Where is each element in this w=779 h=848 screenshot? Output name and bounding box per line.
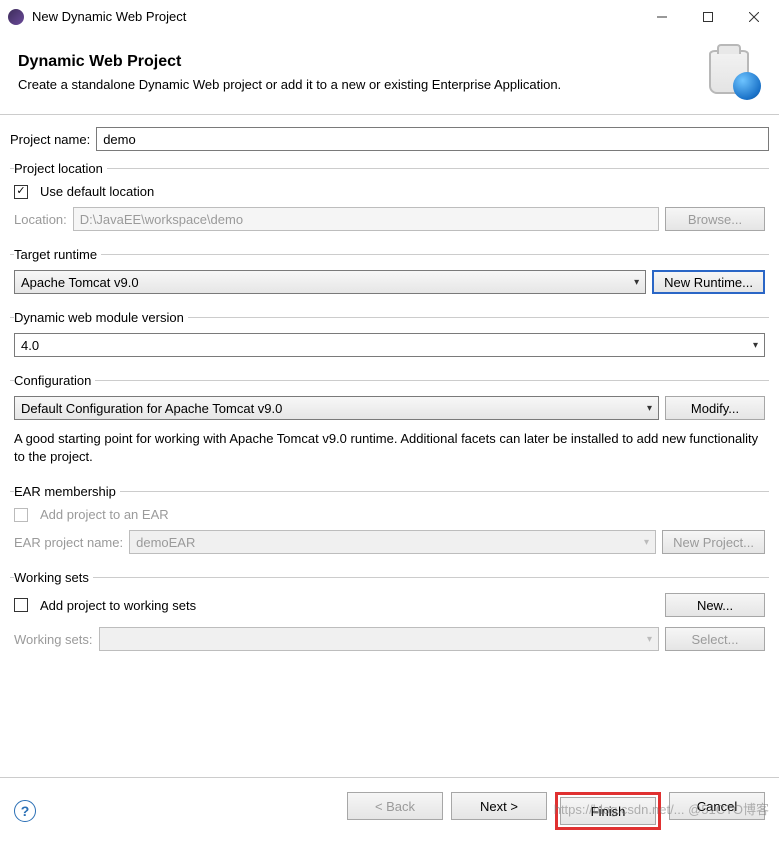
module-version-select[interactable]: 4.0 ▾ [14,333,765,357]
chevron-down-icon: ▾ [753,340,758,351]
ear-membership-group: EAR membership Add project to an EAR EAR… [10,484,769,564]
modify-button[interactable]: Modify... [665,396,765,420]
project-location-group: Project location ✓ Use default location … [10,161,769,241]
next-button[interactable]: Next > [451,792,547,820]
new-runtime-button[interactable]: New Runtime... [652,270,765,294]
configuration-group: Configuration Default Configuration for … [10,373,769,478]
add-to-ear-checkbox[interactable] [14,508,28,522]
configuration-description: A good starting point for working with A… [14,430,765,466]
eclipse-icon [8,9,24,25]
configuration-legend: Configuration [14,373,95,388]
ear-legend: EAR membership [14,484,120,499]
window-controls [639,2,777,32]
select-working-set-button: Select... [665,627,765,651]
add-to-ear-label: Add project to an EAR [40,507,169,522]
chevron-down-icon: ▾ [647,634,652,645]
finish-highlight: Finish [555,792,661,830]
project-location-legend: Project location [14,161,107,176]
working-sets-label: Working sets: [14,632,93,647]
working-sets-group: Working sets Add project to working sets… [10,570,769,661]
project-name-input[interactable] [96,127,769,151]
new-working-set-button[interactable]: New... [665,593,765,617]
add-to-working-sets-label: Add project to working sets [40,598,659,613]
target-runtime-select[interactable]: Apache Tomcat v9.0 ▾ [14,270,646,294]
use-default-location-checkbox[interactable]: ✓ [14,185,28,199]
banner-title: Dynamic Web Project [18,53,705,71]
location-label: Location: [14,212,67,227]
target-runtime-legend: Target runtime [14,247,101,262]
use-default-location-label: Use default location [40,184,154,199]
window-title: New Dynamic Web Project [32,9,639,24]
add-to-working-sets-checkbox[interactable] [14,598,28,612]
module-version-legend: Dynamic web module version [14,310,188,325]
location-input [73,207,659,231]
banner-description: Create a standalone Dynamic Web project … [18,77,705,92]
web-project-icon [705,44,761,100]
wizard-footer: ? < Back Next > Finish Cancel [0,777,779,848]
back-button: < Back [347,792,443,820]
target-runtime-group: Target runtime Apache Tomcat v9.0 ▾ New … [10,247,769,304]
chevron-down-icon: ▾ [647,403,652,414]
project-name-label: Project name: [10,132,90,147]
help-icon[interactable]: ? [14,800,36,822]
ear-project-name-label: EAR project name: [14,535,123,550]
browse-button: Browse... [665,207,765,231]
titlebar: New Dynamic Web Project [0,0,779,34]
new-ear-project-button: New Project... [662,530,765,554]
cancel-button[interactable]: Cancel [669,792,765,820]
wizard-banner: Dynamic Web Project Create a standalone … [0,34,779,115]
ear-project-name-select: demoEAR ▾ [129,530,656,554]
chevron-down-icon: ▾ [634,277,639,288]
maximize-button[interactable] [685,2,731,32]
finish-button[interactable]: Finish [560,797,656,825]
module-version-group: Dynamic web module version 4.0 ▾ [10,310,769,367]
working-sets-legend: Working sets [14,570,93,585]
working-sets-select: ▾ [99,627,659,651]
minimize-button[interactable] [639,2,685,32]
close-button[interactable] [731,2,777,32]
chevron-down-icon: ▾ [644,537,649,548]
project-name-row: Project name: [10,127,769,151]
configuration-select[interactable]: Default Configuration for Apache Tomcat … [14,396,659,420]
